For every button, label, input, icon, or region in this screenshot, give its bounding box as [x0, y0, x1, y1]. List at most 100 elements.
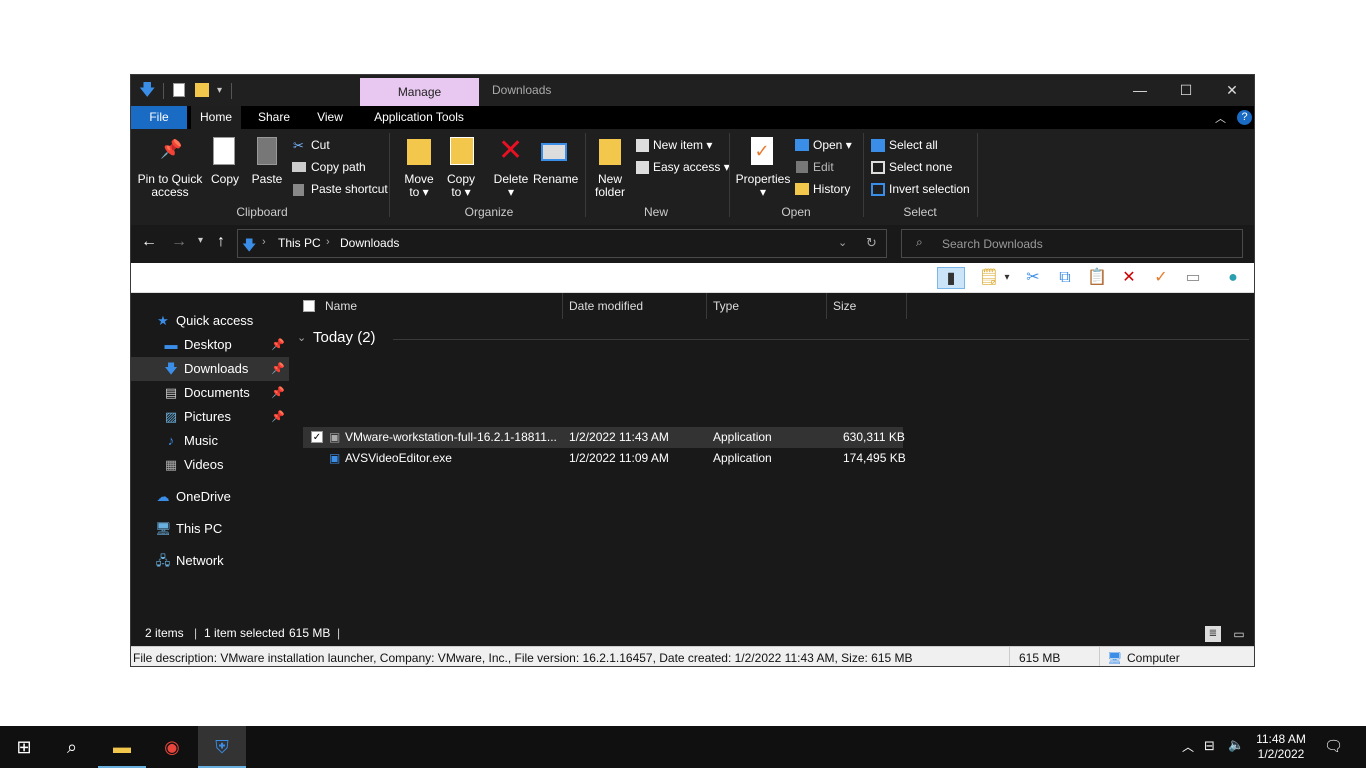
file-list: Name Date modified Type Size ⌄ Today (2)… — [289, 293, 1254, 621]
new-folder-button[interactable]: New folder — [591, 173, 629, 199]
search-box[interactable]: ⌕ Search Downloads — [901, 229, 1243, 258]
column-header-date[interactable]: Date modified — [563, 293, 707, 319]
forward-arrow-icon[interactable]: → — [171, 233, 187, 251]
videos-icon: ▦ — [164, 457, 178, 472]
ribbon: 📌 Pin to Quick access Copy Paste ✂ Cut Co… — [131, 129, 1254, 225]
easy-access-button[interactable]: Easy access ▾ — [653, 159, 730, 175]
select-none-button[interactable]: Select none — [889, 159, 952, 175]
selected-size: 615 MB — [289, 626, 331, 640]
breadcrumb-downloads[interactable]: Downloads — [340, 236, 399, 250]
rename-button[interactable]: Rename — [533, 173, 578, 186]
chevron-up-icon[interactable]: ︿ — [1182, 738, 1194, 755]
file-row-avs[interactable]: ▣ AVSVideoEditor.exe 1/2/2022 11:09 AM A… — [303, 448, 906, 469]
invert-selection-button[interactable]: Invert selection — [889, 181, 970, 197]
paste-button[interactable]: Paste — [249, 173, 285, 186]
nav-onedrive[interactable]: ☁ OneDrive — [131, 485, 289, 509]
recent-locations-icon[interactable]: ▾ — [198, 235, 203, 246]
close-button[interactable]: ✕ — [1209, 75, 1254, 106]
collapse-ribbon-icon[interactable]: ︿ — [1215, 110, 1226, 126]
tab-file[interactable]: File — [131, 106, 187, 129]
row-checkbox[interactable]: ✓ — [311, 431, 323, 443]
manage-tab[interactable]: Manage — [360, 78, 479, 106]
globe-icon[interactable]: ● — [1221, 267, 1245, 289]
cut-button[interactable]: Cut — [311, 137, 330, 153]
properties-qa-icon[interactable] — [173, 83, 185, 97]
chevron-down-icon[interactable]: ⌄ — [297, 331, 306, 344]
new-note-icon[interactable]: 🗒 — [977, 267, 1001, 289]
notification-icon[interactable]: 🗨 — [1324, 737, 1343, 755]
nav-downloads[interactable]: 🡇 Downloads 📌 — [131, 357, 289, 381]
back-arrow-icon[interactable]: ← — [141, 233, 157, 251]
group-header[interactable]: Today (2) — [313, 329, 376, 346]
pin-quick-access-button[interactable]: Pin to Quick access — [137, 173, 203, 199]
minimize-button[interactable]: — — [1117, 75, 1163, 106]
column-header-size[interactable]: Size — [827, 293, 907, 319]
column-header-name[interactable]: Name — [319, 293, 563, 319]
easy-access-icon — [636, 161, 649, 174]
column-header-type[interactable]: Type — [707, 293, 827, 319]
up-arrow-icon[interactable]: ↑ — [217, 233, 225, 251]
nav-videos[interactable]: ▦ Videos — [131, 453, 289, 477]
delete-toolbar-icon[interactable]: ✕ — [1117, 267, 1141, 289]
search-input[interactable]: Search Downloads — [942, 237, 1043, 251]
tab-share[interactable]: Share — [249, 106, 299, 129]
move-to-button[interactable]: Move to ▾ — [401, 173, 437, 199]
scissors-icon: ✂ — [293, 138, 304, 153]
navigation-pane: ★ Quick access ▬ Desktop 📌 🡇 Downloads 📌 ▤ Doc… — [131, 293, 289, 621]
chrome-icon[interactable]: ◉ — [148, 726, 196, 768]
maximize-button[interactable]: ☐ — [1163, 75, 1209, 106]
breadcrumb-this-pc[interactable]: This PC — [278, 236, 321, 250]
cut-toolbar-icon[interactable]: ✂ — [1021, 267, 1045, 289]
nav-documents[interactable]: ▤ Documents 📌 — [131, 381, 289, 405]
tab-application-tools[interactable]: Application Tools — [365, 106, 473, 129]
window-title: Downloads — [492, 83, 552, 97]
tab-home[interactable]: Home — [191, 106, 241, 129]
application-icon: ▣ — [329, 451, 341, 465]
open-button[interactable]: Open ▾ — [813, 137, 852, 153]
pin-icon: 📌 — [271, 411, 285, 423]
new-item-button[interactable]: New item ▾ — [653, 137, 712, 153]
search-icon[interactable]: ⌕ — [48, 726, 96, 768]
copy-path-button[interactable]: Copy path — [311, 159, 366, 175]
edit-button[interactable]: Edit — [813, 159, 834, 175]
paste-shortcut-button[interactable]: Paste shortcut — [311, 181, 388, 197]
paste-toolbar-icon[interactable]: 📋 — [1085, 267, 1109, 289]
file-explorer-icon[interactable]: ▬ — [98, 726, 146, 768]
windows-start-icon[interactable]: ⊞ — [0, 726, 48, 768]
large-icons-view-icon[interactable]: ▭ — [1231, 626, 1247, 642]
delete-button[interactable]: Delete ▾ — [491, 173, 531, 199]
new-folder-qa-icon[interactable] — [195, 83, 209, 97]
help-icon[interactable]: ? — [1237, 110, 1252, 125]
shield-icon[interactable]: ⛨ — [198, 726, 246, 768]
refresh-icon[interactable]: ↻ — [866, 235, 877, 251]
properties-button[interactable]: Properties ▾ — [735, 173, 791, 199]
details-view-icon[interactable]: ≣ — [1205, 626, 1221, 642]
ribbon-tabs: File Home Share View Application Tools ︿… — [131, 106, 1254, 129]
file-row-vmware[interactable]: ✓ ▣ VMware-workstation-full-16.2.1-18811… — [303, 427, 905, 448]
nav-desktop[interactable]: ▬ Desktop 📌 — [131, 333, 289, 357]
speaker-muted-icon[interactable]: 🔈 — [1228, 737, 1244, 753]
customize-qa-icon[interactable]: ▾ — [217, 83, 222, 99]
clock[interactable]: 11:48 AM 1/2/2022 — [1252, 732, 1310, 762]
copy-toolbar-icon[interactable]: ⧉ — [1053, 267, 1077, 289]
rename-toolbar-icon[interactable]: ▭ — [1181, 267, 1205, 289]
preview-pane-icon[interactable]: ▮ — [937, 267, 965, 289]
desc-location: Computer — [1127, 651, 1180, 665]
checkmark-icon[interactable]: ✓ — [1149, 267, 1173, 289]
nav-this-pc[interactable]: 🖥 This PC — [131, 517, 289, 541]
chevron-down-icon[interactable]: ▾ — [1001, 267, 1013, 289]
title-bar: 🡇 ▾ Manage Downloads — ☐ ✕ — [131, 75, 1254, 106]
copy-to-button[interactable]: Copy to ▾ — [443, 173, 479, 199]
copy-button[interactable]: Copy — [207, 173, 243, 186]
nav-music[interactable]: ♪ Music — [131, 429, 289, 453]
address-bar[interactable]: 🡇 › This PC › Downloads ⌄ ↻ — [237, 229, 887, 258]
select-all-checkbox[interactable] — [303, 300, 315, 312]
nav-network[interactable]: 🖧 Network — [131, 549, 289, 573]
chevron-down-icon[interactable]: ⌄ — [838, 236, 847, 249]
select-all-button[interactable]: Select all — [889, 137, 938, 153]
nav-quick-access[interactable]: ★ Quick access — [131, 309, 289, 333]
network-tray-icon[interactable]: ⊟ — [1204, 738, 1215, 754]
nav-pictures[interactable]: ▨ Pictures 📌 — [131, 405, 289, 429]
history-button[interactable]: History — [813, 181, 850, 197]
tab-view[interactable]: View — [305, 106, 355, 129]
